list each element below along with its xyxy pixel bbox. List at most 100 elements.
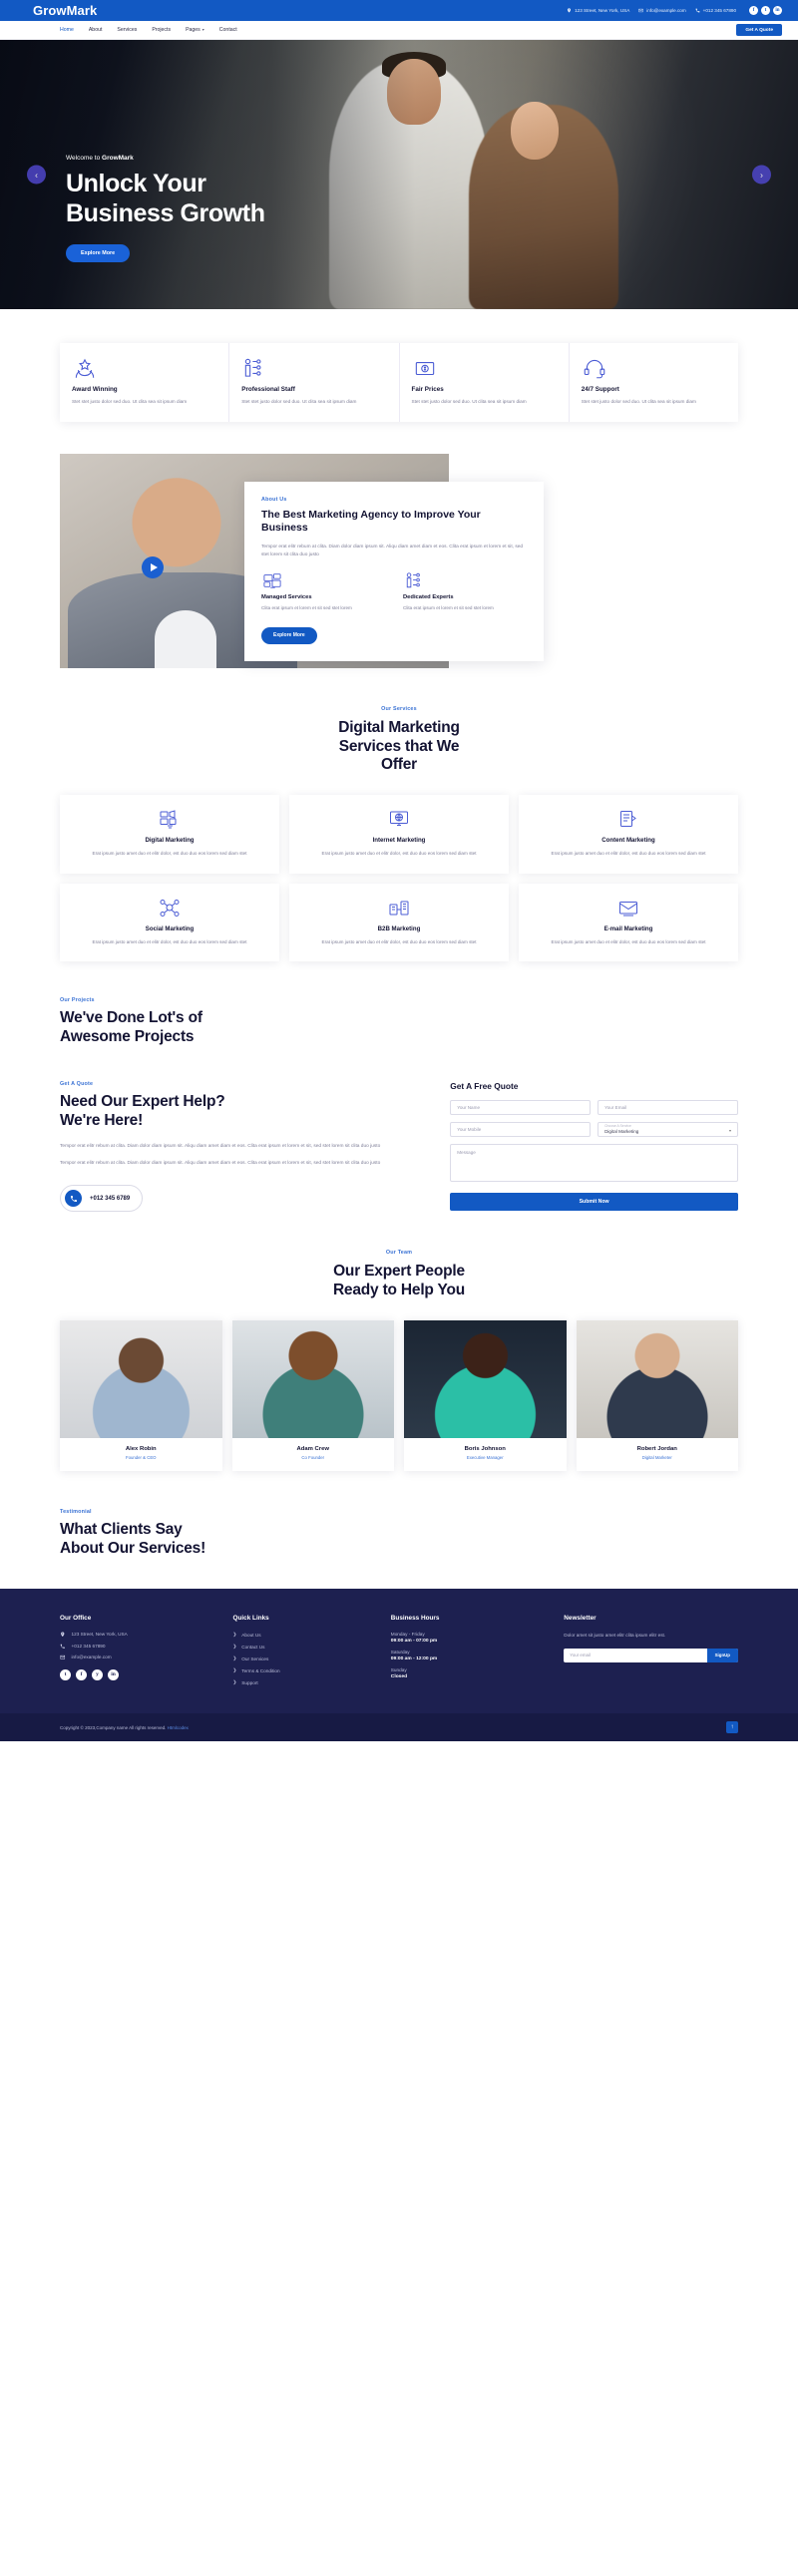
carousel-prev-button[interactable]: ‹ — [27, 165, 46, 184]
footer-office-heading: Our Office — [60, 1615, 92, 1623]
quote-paragraph-1: Tempor erat elitr rebum at clita. Diam d… — [60, 1144, 381, 1150]
twitter-icon[interactable]: t — [60, 1668, 71, 1680]
service-card[interactable]: B2B Marketing Erat ipsum justo amet duo … — [289, 883, 509, 962]
about-explore-more-button[interactable]: Explore More — [261, 626, 317, 644]
service-text: Erat ipsum justo amet duo et elitr dolor… — [321, 851, 477, 857]
topbar-email[interactable]: info@example.com — [638, 8, 686, 13]
team-member-body: Boris Johnson Executive Manager — [404, 1438, 567, 1471]
avatar — [60, 1320, 222, 1439]
feature-title: 24/7 Support — [581, 386, 619, 393]
service-title: Content Marketing — [601, 837, 655, 845]
quote-phone-number: +012 345 6789 — [90, 1195, 131, 1202]
services-title-line1: Digital Marketing — [338, 718, 460, 736]
footer-socials: t f y in — [60, 1668, 219, 1680]
chevron-down-icon: ▾ — [728, 1128, 731, 1134]
twitter-icon[interactable]: t — [761, 6, 770, 15]
feature-text: Stet stet justo dolor sed duo. Ut clita … — [72, 399, 188, 404]
award-icon — [72, 357, 216, 379]
footer-link-support[interactable]: ❯ Support — [233, 1679, 377, 1685]
about-wrapper: About Us The Best Marketing Agency to Im… — [60, 453, 738, 668]
footer-hours-heading: Business Hours — [390, 1615, 440, 1623]
nav-item-about[interactable]: About — [89, 27, 103, 33]
footer-grid: Our Office 123 Street, New York, USA +01… — [60, 1615, 738, 1691]
service-card[interactable]: E-mail Marketing Erat ipsum justo amet d… — [519, 883, 738, 962]
linkedin-icon[interactable]: in — [773, 6, 782, 15]
quote-phone-pill[interactable]: +012 345 6789 — [60, 1185, 144, 1213]
quote-service-value: Digital Marketing — [604, 1128, 639, 1134]
team-member-card[interactable]: Robert Jordan Digital Marketer — [576, 1320, 738, 1472]
youtube-icon[interactable]: y — [92, 1668, 103, 1680]
team-member-role: Co Founder — [301, 1455, 325, 1461]
about-column-text: Clita erat ipsum et lorem et sit sed ste… — [261, 604, 352, 610]
site-logo[interactable]: GrowMark — [33, 3, 97, 18]
feature-title: Fair Prices — [411, 386, 444, 393]
copyright-link[interactable]: Htmlcodex — [168, 1725, 189, 1730]
team-member-card[interactable]: Alex Robin Founder & CEO — [60, 1320, 222, 1472]
team-member-card[interactable]: Boris Johnson Executive Manager — [404, 1320, 567, 1472]
linkedin-icon[interactable]: in — [108, 1668, 119, 1680]
projects-title: We've Done Lot's of Awesome Projects — [60, 1009, 738, 1047]
quote-title: Need Our Expert Help? We're Here! — [60, 1093, 426, 1131]
newsletter-email-input[interactable]: Your email — [564, 1649, 706, 1662]
quote-message-textarea[interactable]: Message — [450, 1144, 738, 1183]
services-kicker: Our Services — [381, 705, 417, 712]
feature-text: Stet stet justo dolor sed duo. Ut clita … — [581, 399, 696, 404]
quote-service-select[interactable]: Choose A Service Digital Marketing ▾ — [598, 1122, 738, 1138]
service-text: Erat ipsum justo amet duo et elitr dolor… — [551, 938, 706, 944]
topbar-phone[interactable]: +012 345 67890 — [695, 8, 736, 13]
quote-submit-button[interactable]: Submit Now — [450, 1193, 738, 1212]
feature-card: Award Winning Stet stet justo dolor sed … — [60, 343, 230, 422]
footer-link-terms[interactable]: ❯ Terms & Condition — [233, 1667, 377, 1673]
internet-marketing-icon — [301, 809, 497, 830]
service-text: Erat ipsum justo amet duo et elitr dolor… — [92, 938, 247, 944]
hero-kicker-brand: GrowMark — [102, 155, 134, 162]
hero-explore-more-button[interactable]: Explore More — [66, 244, 131, 262]
facebook-icon[interactable]: f — [76, 1668, 87, 1680]
quote-email-input[interactable]: Your Email — [598, 1100, 738, 1116]
team-member-card[interactable]: Adam Crew Co Founder — [231, 1320, 395, 1472]
service-card[interactable]: Content Marketing Erat ipsum justo amet … — [519, 795, 738, 874]
avatar — [404, 1320, 567, 1439]
arrow-up-icon[interactable]: ↑ — [726, 1721, 738, 1734]
feature-card: Professional Staff Stet stet justo dolor… — [229, 343, 400, 422]
carousel-next-button[interactable]: › — [752, 165, 771, 184]
footer-link-contact-us[interactable]: ❯ Contact Us — [233, 1644, 377, 1650]
footer-office-column: Our Office 123 Street, New York, USA +01… — [60, 1615, 219, 1691]
team-member-name: Adam Crew — [296, 1446, 329, 1453]
team-member-body: Adam Crew Co Founder — [232, 1438, 395, 1471]
copyright-text: Copyright © 2023,Company name All rights… — [60, 1724, 167, 1730]
avatar — [231, 1320, 394, 1439]
service-title: B2B Marketing — [377, 924, 421, 932]
social-marketing-icon — [72, 898, 267, 919]
footer-quicklinks-column: Quick Links ❯ About Us ❯ Contact Us ❯ Our S… — [233, 1615, 377, 1691]
quote-mobile-input[interactable]: Your Mobile — [450, 1122, 592, 1138]
nav-item-contact[interactable]: Contact — [219, 27, 237, 33]
chevron-right-icon: ❯ — [232, 1679, 237, 1685]
facebook-icon[interactable]: f — [749, 6, 758, 15]
quote-form-row: Your Name Your Email — [450, 1100, 738, 1116]
chevron-down-icon: ▾ — [201, 27, 204, 32]
footer-link-about-us[interactable]: ❯ About Us — [233, 1632, 377, 1638]
footer-email[interactable]: info@example.com — [60, 1655, 219, 1660]
features-row: Award Winning Stet stet justo dolor sed … — [60, 343, 738, 422]
footer-link-our-services[interactable]: ❯ Our Services — [233, 1656, 377, 1661]
nav-item-services[interactable]: Services — [117, 27, 137, 33]
quote-kicker: Get A Quote — [60, 1081, 94, 1088]
nav-item-pages[interactable]: Pages ▾ — [186, 27, 204, 33]
service-card[interactable]: Social Marketing Erat ipsum justo amet d… — [60, 883, 279, 962]
newsletter-form: Your email SignUp — [564, 1648, 738, 1662]
nav-get-a-quote-button[interactable]: Get A Quote — [736, 24, 782, 36]
testimonial-title-line1: What Clients Say — [60, 1521, 183, 1539]
quote-name-input[interactable]: Your Name — [450, 1100, 592, 1116]
footer-phone[interactable]: +012 345 67890 — [60, 1644, 219, 1650]
hours-day: Saturday — [390, 1650, 410, 1656]
team-section: Our Team Our Expert People Ready to Help… — [0, 1212, 798, 1472]
nav-item-projects[interactable]: Projects — [152, 27, 171, 33]
service-card[interactable]: Internet Marketing Erat ipsum justo amet… — [289, 795, 509, 874]
quote-form: Get A Free Quote Your Name Your Email Yo… — [450, 1081, 738, 1212]
phone-icon — [695, 8, 700, 13]
nav-item-home[interactable]: Home — [60, 27, 74, 33]
newsletter-signup-button[interactable]: SignUp — [706, 1648, 738, 1662]
play-icon[interactable] — [142, 555, 164, 578]
service-card[interactable]: Digital Marketing Erat ipsum justo amet … — [60, 795, 279, 874]
